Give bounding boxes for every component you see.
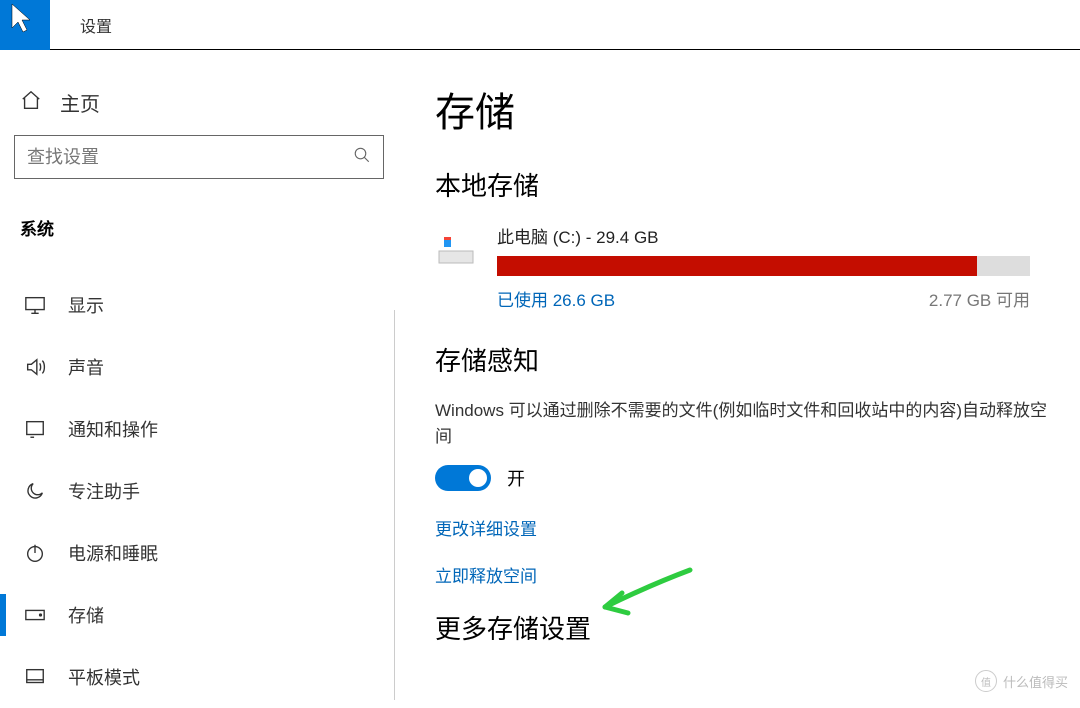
cursor-icon xyxy=(10,2,36,34)
home-icon xyxy=(20,89,42,117)
sidebar-item-label: 显示 xyxy=(68,292,104,318)
sidebar-item-display[interactable]: 显示 xyxy=(14,274,381,336)
monitor-icon xyxy=(24,294,46,316)
sidebar-item-label: 电源和睡眠 xyxy=(68,540,158,566)
free-up-now-link[interactable]: 立即释放空间 xyxy=(435,562,1050,587)
disk-name: 此电脑 (C:) - 29.4 GB xyxy=(497,223,1030,248)
moon-icon xyxy=(24,480,46,502)
power-icon xyxy=(24,542,46,564)
search-icon xyxy=(353,146,371,169)
more-storage-title: 更多存储设置 xyxy=(435,609,1050,646)
change-details-link[interactable]: 更改详细设置 xyxy=(435,515,1050,540)
sidebar-category: 系统 xyxy=(14,209,381,246)
sidebar-item-label: 存储 xyxy=(68,602,104,628)
sidebar-item-label: 平板模式 xyxy=(68,664,140,690)
sidebar-home-label: 主页 xyxy=(60,88,100,117)
usage-fill xyxy=(497,256,977,276)
sidebar-item-label: 通知和操作 xyxy=(68,416,158,442)
watermark-icon: 值 xyxy=(975,670,997,692)
search-box[interactable] xyxy=(14,135,384,179)
usage-bar xyxy=(497,256,1030,276)
sidebar-item-sound[interactable]: 声音 xyxy=(14,336,381,398)
sidebar-item-label: 专注助手 xyxy=(68,478,140,504)
sound-icon xyxy=(24,356,46,378)
sidebar-item-focus[interactable]: 专注助手 xyxy=(14,460,381,522)
storage-icon xyxy=(24,604,46,626)
sidebar: 主页 系统 显示 声音 通知 xyxy=(0,50,395,700)
storage-sense-desc: Windows 可以通过删除不需要的文件(例如临时文件和回收站中的内容)自动释放… xyxy=(435,398,1050,449)
used-label[interactable]: 已使用 26.6 GB xyxy=(497,286,615,311)
disk-icon xyxy=(435,223,477,276)
storage-sense-title: 存储感知 xyxy=(435,341,1050,378)
disk-row[interactable]: 此电脑 (C:) - 29.4 GB 已使用 26.6 GB 2.77 GB 可… xyxy=(435,223,1050,311)
toggle-state-label: 开 xyxy=(507,465,525,491)
watermark-text: 什么值得买 xyxy=(1003,672,1068,691)
back-button[interactable] xyxy=(0,0,50,50)
main-content: 存储 本地存储 此电脑 (C:) - 29.4 GB 已使用 26.6 GB 2… xyxy=(395,50,1080,700)
tablet-icon xyxy=(24,666,46,688)
free-label: 2.77 GB 可用 xyxy=(929,286,1030,311)
page-title: 存储 xyxy=(435,80,1050,138)
sidebar-item-tablet[interactable]: 平板模式 xyxy=(14,646,381,708)
notification-icon xyxy=(24,418,46,440)
sidebar-home[interactable]: 主页 xyxy=(14,78,381,135)
local-storage-title: 本地存储 xyxy=(435,166,1050,203)
sidebar-item-power[interactable]: 电源和睡眠 xyxy=(14,522,381,584)
sidebar-item-notifications[interactable]: 通知和操作 xyxy=(14,398,381,460)
app-title: 设置 xyxy=(80,13,112,37)
sidebar-item-storage[interactable]: 存储 xyxy=(14,584,381,646)
search-input[interactable] xyxy=(27,147,353,168)
storage-sense-toggle[interactable] xyxy=(435,465,491,491)
titlebar: 设置 xyxy=(0,0,1080,50)
watermark: 值 什么值得买 xyxy=(975,670,1068,692)
sidebar-item-label: 声音 xyxy=(68,354,104,380)
